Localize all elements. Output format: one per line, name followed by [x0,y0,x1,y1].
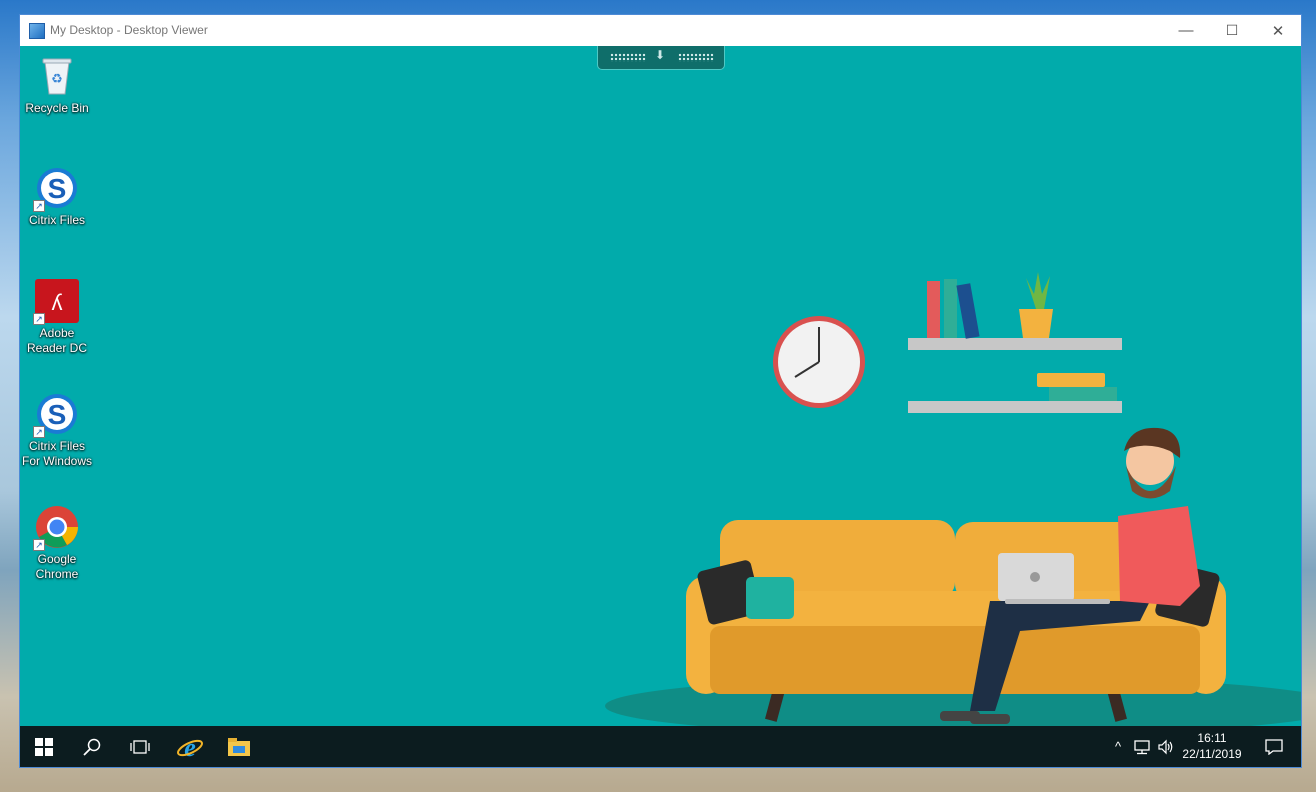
title-bar[interactable]: My Desktop - Desktop Viewer — ☐ ✕ [20,15,1301,46]
svg-text:S: S [48,399,67,430]
shortcut-arrow-icon: ↗ [33,200,45,212]
desktop-icon-label: Citrix Files [29,213,85,227]
recycle-bin-icon: ♻ [35,54,79,98]
window-title: My Desktop - Desktop Viewer [50,23,208,37]
file-explorer-button[interactable] [215,726,263,767]
shortcut-arrow-icon: ↗ [33,426,45,438]
grip-right [678,53,714,62]
search-icon [83,738,101,756]
shortcut-arrow-icon: ↗ [33,539,45,551]
maximize-button[interactable]: ☐ [1209,15,1255,46]
start-button[interactable] [20,726,68,767]
desktop-icon-label: Google Chrome [35,552,79,581]
task-view-icon [130,739,150,754]
desktop-icon-adobe-reader[interactable]: ʎ ↗ Adobe Reader DC [20,279,97,356]
svg-text:S: S [48,173,67,204]
minimize-button[interactable]: — [1163,15,1209,46]
notification-icon [1265,738,1283,755]
remote-desktop-screen[interactable]: ⬇ ♻ Recycle Bin S ↗ Citrix Files ʎ ↗ Ado… [20,46,1301,726]
chrome-icon: ↗ [33,505,79,551]
desktop-icon-citrix-files[interactable]: S ↗ Citrix Files [20,166,97,228]
citrix-files-icon: S ↗ [33,392,79,438]
show-hidden-icons-button[interactable]: ^ [1108,726,1128,767]
svg-text:ʎ: ʎ [52,290,63,315]
desktop-icon-recycle-bin[interactable]: ♻ Recycle Bin [20,54,97,116]
search-button[interactable] [68,726,116,767]
close-button[interactable]: ✕ [1255,15,1301,46]
network-icon[interactable] [1130,726,1154,767]
desktop-icon-label: Adobe Reader DC [26,326,88,355]
internet-explorer-icon: e [177,735,203,759]
desktop-viewer-window: My Desktop - Desktop Viewer — ☐ ✕ ⬇ ♻ Re… [20,15,1301,767]
file-explorer-icon [228,737,250,756]
connection-bar-toggle[interactable]: ⬇ [597,46,725,70]
desktop-icon-label: Recycle Bin [25,101,89,115]
clock-date: 22/11/2019 [1182,747,1242,761]
arrow-down-icon: ⬇ [655,48,666,62]
desktop-icon-label: Citrix Files For Windows [21,439,92,468]
clock-time: 16:11 [1197,731,1227,745]
grip-left [610,53,646,62]
desktop-icon-google-chrome[interactable]: ↗ Google Chrome [20,505,97,582]
adobe-reader-icon: ʎ ↗ [33,279,79,325]
desktop-icon-citrix-files-windows[interactable]: S ↗ Citrix Files For Windows [20,392,97,469]
start-icon [35,737,53,756]
desktop-viewer-icon [29,23,45,39]
taskbar: e ^ 16:11 22/11/2019 [20,726,1301,767]
task-view-button[interactable] [116,726,164,767]
svg-text:♻: ♻ [51,71,63,86]
internet-explorer-button[interactable]: e [166,726,214,767]
taskbar-clock[interactable]: 16:11 22/11/2019 [1170,730,1254,762]
citrix-files-icon: S ↗ [33,166,79,212]
action-center-button[interactable] [1254,726,1294,767]
shortcut-arrow-icon: ↗ [33,313,45,325]
wallpaper-illustration [605,272,1301,726]
